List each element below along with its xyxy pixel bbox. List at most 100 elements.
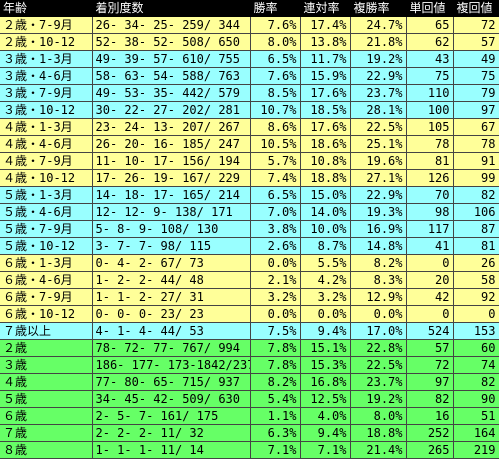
row-age: ３歳・10-12 bbox=[0, 101, 93, 119]
row-finish-counts: 2- 2- 2- 11/ 32 bbox=[92, 424, 251, 442]
row-top2-rate: 17.4% bbox=[300, 16, 351, 34]
row-top3-rate: 24.7% bbox=[350, 16, 407, 34]
table-row: ４歳・7-9月 11- 10- 17- 156/ 194 5.7% 10.8% 19.6… bbox=[0, 152, 499, 170]
row-top2-rate: 15.3% bbox=[300, 356, 351, 374]
row-place-return: 78 bbox=[453, 135, 499, 153]
row-win-return: 126 bbox=[406, 169, 454, 187]
row-top3-rate: 8.0% bbox=[350, 407, 407, 425]
row-finish-counts: 1- 2- 2- 44/ 48 bbox=[92, 271, 251, 289]
row-finish-counts: 186- 177- 173-1842/2378 bbox=[92, 356, 251, 374]
row-age: ３歳・1-3月 bbox=[0, 50, 93, 68]
row-top2-rate: 15.9% bbox=[300, 67, 351, 85]
row-place-return: 81 bbox=[453, 237, 499, 255]
row-finish-counts: 49- 39- 57- 610/ 755 bbox=[92, 50, 251, 68]
table-row: ４歳・1-3月 23- 24- 13- 207/ 267 8.6% 17.6% 22.5… bbox=[0, 118, 499, 136]
row-top3-rate: 22.9% bbox=[350, 186, 407, 204]
row-age: ４歳・7-9月 bbox=[0, 152, 93, 170]
row-age: ６歳・4-6月 bbox=[0, 271, 93, 289]
row-win-rate: 10.7% bbox=[250, 101, 301, 119]
row-top3-rate: 19.2% bbox=[350, 50, 407, 68]
row-place-return: 153 bbox=[453, 322, 499, 340]
row-finish-counts: 26- 34- 25- 259/ 344 bbox=[92, 16, 251, 34]
row-place-return: 75 bbox=[453, 67, 499, 85]
row-win-return: 82 bbox=[406, 390, 454, 408]
table-row: ２歳 78- 72- 77- 767/ 994 7.8% 15.1% 22.8% 57 60 bbox=[0, 339, 499, 357]
row-win-return: 117 bbox=[406, 220, 454, 238]
table-row: ５歳・10-12 3- 7- 7- 98/ 115 2.6% 8.7% 14.8% 41… bbox=[0, 237, 499, 255]
row-top3-rate: 19.6% bbox=[350, 152, 407, 170]
row-top3-rate: 12.9% bbox=[350, 288, 407, 306]
table-row: ６歳・7-9月 1- 1- 2- 27/ 31 3.2% 3.2% 12.9% 42 92 bbox=[0, 288, 499, 306]
row-top2-rate: 18.6% bbox=[300, 135, 351, 153]
row-win-return: 16 bbox=[406, 407, 454, 425]
row-top3-rate: 0.0% bbox=[350, 305, 407, 323]
table-row: ４歳 77- 80- 65- 715/ 937 8.2% 16.8% 23.7% 97 82 bbox=[0, 373, 499, 391]
row-top3-rate: 18.8% bbox=[350, 424, 407, 442]
row-age: ７歳以上 bbox=[0, 322, 93, 340]
row-place-return: 79 bbox=[453, 84, 499, 102]
row-finish-counts: 49- 53- 35- 442/ 579 bbox=[92, 84, 251, 102]
row-win-rate: 6.5% bbox=[250, 186, 301, 204]
row-win-rate: 2.1% bbox=[250, 271, 301, 289]
row-win-rate: 8.2% bbox=[250, 373, 301, 391]
table-row: ３歳・1-3月 49- 39- 57- 610/ 755 6.5% 11.7% 19.2… bbox=[0, 50, 499, 68]
row-age: ３歳・7-9月 bbox=[0, 84, 93, 102]
row-top3-rate: 22.5% bbox=[350, 356, 407, 374]
row-age: ７歳 bbox=[0, 424, 93, 442]
row-top2-rate: 15.1% bbox=[300, 339, 351, 357]
row-finish-counts: 2- 5- 7- 161/ 175 bbox=[92, 407, 251, 425]
row-win-return: 43 bbox=[406, 50, 454, 68]
row-win-return: 252 bbox=[406, 424, 454, 442]
row-age: ４歳・10-12 bbox=[0, 169, 93, 187]
row-place-return: 106 bbox=[453, 203, 499, 221]
row-win-rate: 10.5% bbox=[250, 135, 301, 153]
row-top3-rate: 14.8% bbox=[350, 237, 407, 255]
table-row: ６歳・10-12 0- 0- 0- 23/ 23 0.0% 0.0% 0.0% 0 0 bbox=[0, 305, 499, 323]
row-place-return: 97 bbox=[453, 101, 499, 119]
table-row: ７歳以上 4- 1- 4- 44/ 53 7.5% 9.4% 17.0% 524 153 bbox=[0, 322, 499, 340]
row-top2-rate: 13.8% bbox=[300, 33, 351, 51]
row-top3-rate: 17.0% bbox=[350, 322, 407, 340]
row-top3-rate: 21.4% bbox=[350, 441, 407, 459]
row-age: ４歳・4-6月 bbox=[0, 135, 93, 153]
table-row: ２歳・7-9月 26- 34- 25- 259/ 344 7.6% 17.4% 24.7… bbox=[0, 16, 499, 34]
row-age: ６歳 bbox=[0, 407, 93, 425]
header-row: 年齢 着別度数 勝率 連対率 複勝率 単回値 複回値 bbox=[0, 0, 499, 17]
row-top2-rate: 3.2% bbox=[300, 288, 351, 306]
row-top3-rate: 22.5% bbox=[350, 118, 407, 136]
row-top3-rate: 25.1% bbox=[350, 135, 407, 153]
row-place-return: 90 bbox=[453, 390, 499, 408]
row-win-return: 57 bbox=[406, 339, 454, 357]
row-place-return: 164 bbox=[453, 424, 499, 442]
row-win-rate: 1.1% bbox=[250, 407, 301, 425]
row-win-return: 78 bbox=[406, 135, 454, 153]
table-row: ３歳・10-12 30- 22- 27- 202/ 281 10.7% 18.5% 28… bbox=[0, 101, 499, 119]
row-win-rate: 7.6% bbox=[250, 16, 301, 34]
row-age: ２歳 bbox=[0, 339, 93, 357]
row-place-return: 74 bbox=[453, 356, 499, 374]
row-top2-rate: 4.2% bbox=[300, 271, 351, 289]
row-top3-rate: 28.1% bbox=[350, 101, 407, 119]
row-finish-counts: 3- 7- 7- 98/ 115 bbox=[92, 237, 251, 255]
row-finish-counts: 14- 18- 17- 165/ 214 bbox=[92, 186, 251, 204]
row-win-return: 105 bbox=[406, 118, 454, 136]
row-age: ６歳・7-9月 bbox=[0, 288, 93, 306]
row-win-return: 97 bbox=[406, 373, 454, 391]
row-win-rate: 3.8% bbox=[250, 220, 301, 238]
row-finish-counts: 58- 63- 54- 588/ 763 bbox=[92, 67, 251, 85]
table-row: ８歳 1- 1- 1- 11/ 14 7.1% 7.1% 21.4% 265 219 bbox=[0, 441, 499, 459]
row-top2-rate: 7.1% bbox=[300, 441, 351, 459]
row-win-rate: 5.7% bbox=[250, 152, 301, 170]
row-win-rate: 6.3% bbox=[250, 424, 301, 442]
row-top2-rate: 17.6% bbox=[300, 118, 351, 136]
row-win-return: 41 bbox=[406, 237, 454, 255]
table-row: ３歳 186- 177- 173-1842/2378 7.8% 15.3% 22.5% 7… bbox=[0, 356, 499, 374]
row-age: ５歳・4-6月 bbox=[0, 203, 93, 221]
row-age: ５歳・10-12 bbox=[0, 237, 93, 255]
row-win-rate: 7.8% bbox=[250, 339, 301, 357]
table-row: ３歳・4-6月 58- 63- 54- 588/ 763 7.6% 15.9% 22.9… bbox=[0, 67, 499, 85]
row-top2-rate: 16.8% bbox=[300, 373, 351, 391]
row-win-rate: 6.5% bbox=[250, 50, 301, 68]
row-win-rate: 7.0% bbox=[250, 203, 301, 221]
row-top2-rate: 11.7% bbox=[300, 50, 351, 68]
